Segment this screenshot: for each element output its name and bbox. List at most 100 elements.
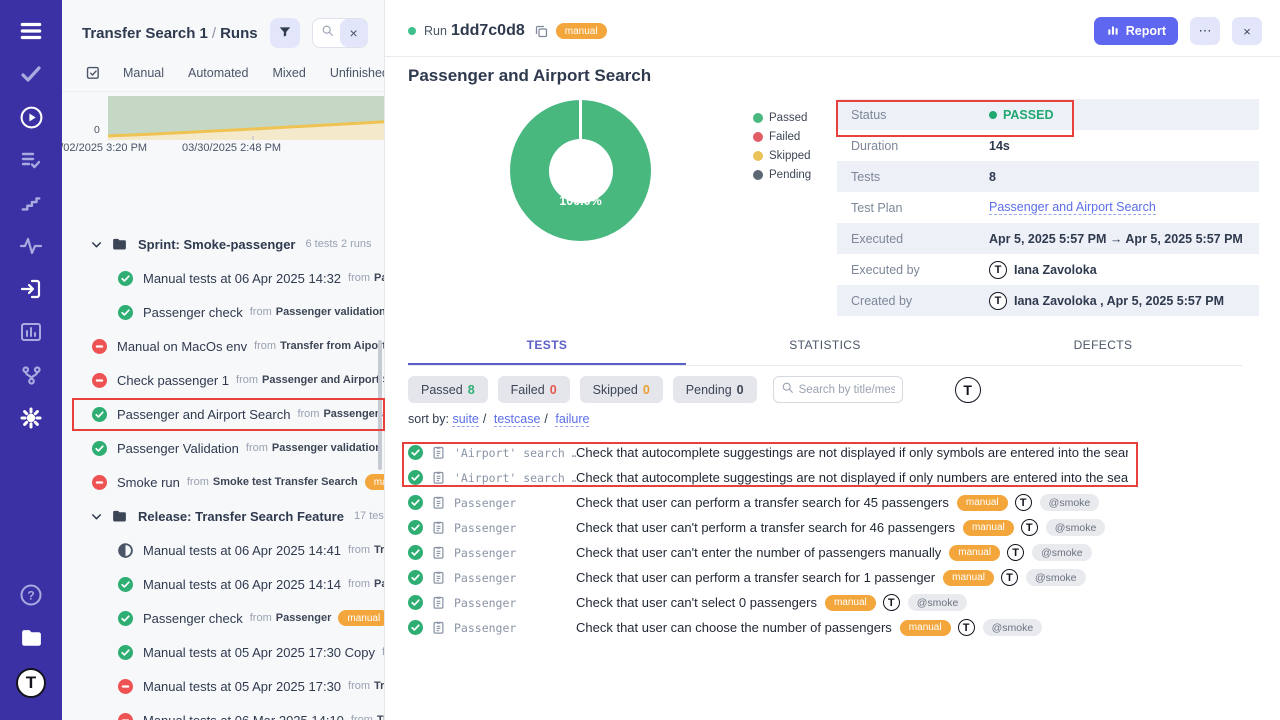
tree-item-title: Manual tests at 06 Apr 2025 14:14 xyxy=(143,577,341,592)
run-manual-badge: manual xyxy=(556,23,607,39)
nav-test-list[interactable] xyxy=(17,147,45,173)
nav-rail-top xyxy=(0,0,62,448)
smoke-tag: @smoke xyxy=(908,594,968,611)
nav-runs-play[interactable] xyxy=(17,104,45,130)
nav-projects-folder[interactable] xyxy=(17,625,45,651)
nav-steps[interactable] xyxy=(17,190,45,216)
tab-mixed[interactable]: Mixed xyxy=(272,66,305,80)
nav-settings[interactable] xyxy=(17,405,45,431)
nav-branches[interactable] xyxy=(17,362,45,388)
select-all-icon[interactable] xyxy=(84,64,101,81)
tree-item-source: Passenger validation xyxy=(272,442,382,454)
tree-item-source: Transfer from Aiport xyxy=(280,340,385,352)
info-value: Apr 5, 2025 5:57 PM → Apr 5, 2025 5:57 P… xyxy=(989,232,1243,246)
breadcrumb-project[interactable]: Transfer Search 1 xyxy=(82,25,208,42)
tree-run-item[interactable]: Passenger checkfromPassenger validationm… xyxy=(62,295,384,329)
assignee-avatar: T xyxy=(883,594,900,611)
passed-status-icon xyxy=(118,645,133,660)
test-row[interactable]: PassengerCheck that user can perform a t… xyxy=(408,490,1280,515)
search-close-button[interactable]: × xyxy=(340,19,368,47)
tree-run-item[interactable]: Manual on MacOs envfromTransfer from Aip… xyxy=(62,329,384,363)
sort-testcase-link[interactable]: testcase xyxy=(494,412,541,427)
nav-analytics[interactable] xyxy=(17,319,45,345)
tree-item-title: Passenger check xyxy=(143,305,243,320)
nav-rail-bottom-icons: ? xyxy=(17,582,45,668)
test-row[interactable]: PassengerCheck that user can't enter the… xyxy=(408,540,1280,565)
app-logo[interactable]: T xyxy=(16,668,46,698)
tests-search[interactable] xyxy=(773,376,903,403)
user-name: Iana Zavoloka , Apr 5, 2025 5:57 PM xyxy=(1014,294,1224,308)
tree-folder-item[interactable]: Release: Transfer Search Feature17 tests… xyxy=(62,499,384,533)
tab-manual[interactable]: Manual xyxy=(123,66,164,80)
close-run-button[interactable]: × xyxy=(1232,17,1262,45)
report-button[interactable]: Report xyxy=(1094,17,1178,45)
test-row[interactable]: PassengerCheck that user can choose the … xyxy=(408,615,1280,640)
nav-help[interactable]: ? xyxy=(17,582,45,608)
filter-pending-button[interactable]: Pending0 xyxy=(673,376,757,403)
smoke-tag: @smoke xyxy=(983,619,1043,636)
nav-pulse[interactable] xyxy=(17,233,45,259)
manual-badge: manual xyxy=(943,570,994,586)
info-value: TIana Zavoloka xyxy=(989,261,1097,279)
tree-folder-item[interactable]: Sprint: Smoke-passenger6 tests 2 runs xyxy=(62,227,384,261)
tab-defects[interactable]: DEFECTS xyxy=(964,338,1242,365)
test-row[interactable]: PassengerCheck that user can perform a t… xyxy=(408,565,1280,590)
filter-count: 0 xyxy=(643,383,650,397)
tree-run-item[interactable]: Check passenger 1fromPassenger and Airpo… xyxy=(62,363,384,397)
x-axis-label-1: 03/02/2025 3:20 PM xyxy=(62,142,147,154)
tree-item-title: Manual tests at 06 Apr 2025 14:41 xyxy=(143,543,341,558)
test-row[interactable]: PassengerCheck that user can't select 0 … xyxy=(408,590,1280,615)
filter-failed-button[interactable]: Failed0 xyxy=(498,376,570,403)
more-actions-button[interactable]: ⋯ xyxy=(1190,17,1220,45)
x-axis-label-2: 03/30/2025 2:48 PM xyxy=(182,142,281,154)
test-row[interactable]: 'Airport' search …Check that autocomplet… xyxy=(408,465,1280,490)
tree-run-item[interactable]: Smoke runfromSmoke test Transfer Searchm… xyxy=(62,465,384,499)
tree-run-item[interactable]: Manual tests at 06 Mar 2025 14:10fromTra… xyxy=(62,703,384,720)
collapse-caret-icon[interactable] xyxy=(90,238,103,251)
tree-run-item[interactable]: Passenger checkfromPassengermanual6 test… xyxy=(62,601,384,635)
clipboard-icon xyxy=(431,570,446,585)
tests-search-input[interactable] xyxy=(799,384,895,396)
nav-menu[interactable] xyxy=(17,18,45,44)
filter-skipped-button[interactable]: Skipped0 xyxy=(580,376,663,403)
test-row[interactable]: 'Airport' search …Check that autocomplet… xyxy=(408,440,1280,465)
passed-status-icon xyxy=(408,520,423,535)
svg-text:?: ? xyxy=(27,589,34,603)
collapse-caret-icon[interactable] xyxy=(90,510,103,523)
running-status-icon xyxy=(118,543,133,558)
legend-item: Passed xyxy=(753,112,811,124)
tree-item-title: Manual tests at 05 Apr 2025 17:30 Copy xyxy=(143,645,375,660)
test-row[interactable]: PassengerCheck that user can't perform a… xyxy=(408,515,1280,540)
legend-dot xyxy=(753,132,763,142)
tree-run-item[interactable]: Passenger and Airport SearchfromPassenge… xyxy=(62,397,384,431)
tab-unfinished[interactable]: Unfinished xyxy=(330,66,385,80)
tree-run-item[interactable]: Manual tests at 06 Apr 2025 14:14fromPas… xyxy=(62,567,384,601)
tree-run-item[interactable]: Passenger ValidationfromPassenger valida… xyxy=(62,431,384,465)
assignee-avatar-button[interactable]: T xyxy=(955,377,981,403)
tab-statistics[interactable]: STATISTICS xyxy=(686,338,964,365)
user-avatar: T xyxy=(989,261,1007,279)
passed-status-icon xyxy=(408,445,423,460)
tree-run-item[interactable]: Manual tests at 06 Apr 2025 14:41fromTra… xyxy=(62,533,384,567)
area-chart xyxy=(108,94,385,140)
filter-count: 8 xyxy=(468,383,475,397)
tree-run-item[interactable]: Manual tests at 06 Apr 2025 14:32fromPas… xyxy=(62,261,384,295)
tab-automated[interactable]: Automated xyxy=(188,66,248,80)
passed-status-icon xyxy=(118,305,133,320)
sort-failure-link[interactable]: failure xyxy=(555,412,589,427)
test-plan-link[interactable]: Passenger and Airport Search xyxy=(989,200,1156,215)
tab-tests[interactable]: TESTS xyxy=(408,338,686,365)
sort-suite-link[interactable]: suite xyxy=(452,412,478,427)
tree-item-source: Passenger and Airport Search xyxy=(262,374,385,386)
filter-button[interactable] xyxy=(270,18,300,48)
panel-scrollbar[interactable] xyxy=(378,340,382,470)
filter-passed-button[interactable]: Passed8 xyxy=(408,376,488,403)
tree-run-item[interactable]: Manual tests at 05 Apr 2025 17:30 Copyfr… xyxy=(62,635,384,669)
tree-run-item[interactable]: Manual tests at 05 Apr 2025 17:30fromTra… xyxy=(62,669,384,703)
copy-icon[interactable] xyxy=(534,24,549,39)
manual-badge: manual xyxy=(825,595,876,611)
info-row: Duration14s xyxy=(837,130,1259,161)
nav-tasks-check[interactable] xyxy=(17,61,45,87)
nav-import[interactable] xyxy=(17,276,45,302)
clipboard-icon xyxy=(431,520,446,535)
